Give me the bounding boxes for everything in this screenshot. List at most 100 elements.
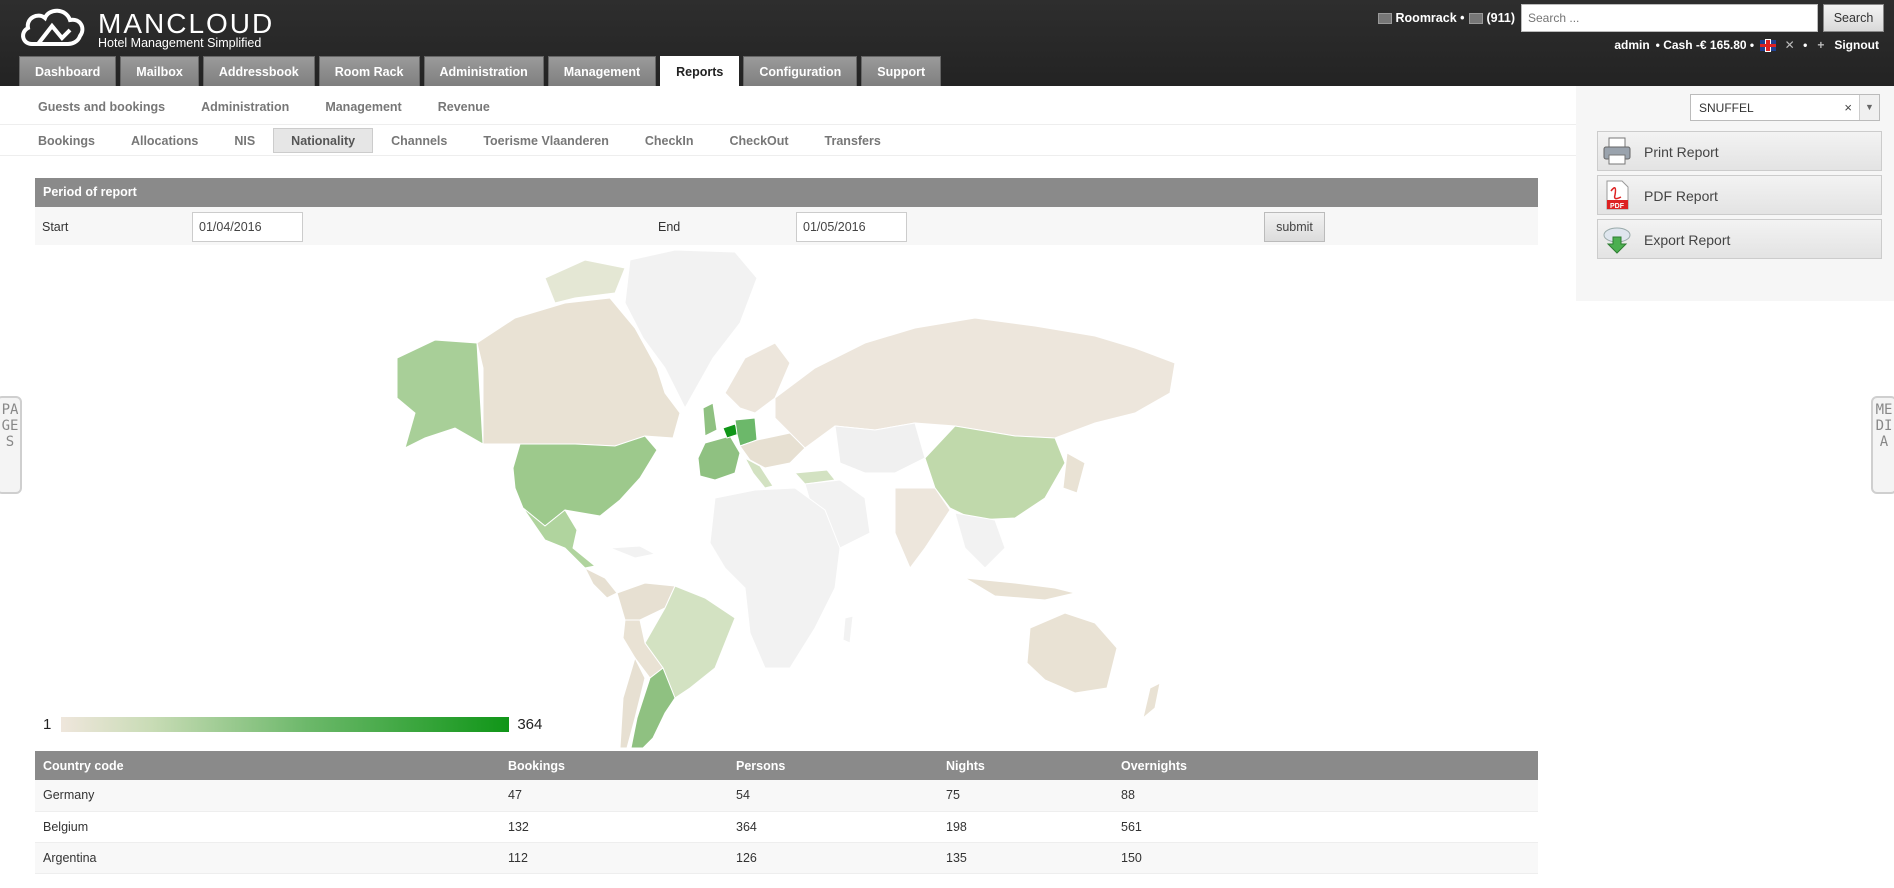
hotel-select[interactable]: SNUFFEL × ▼ — [1690, 94, 1880, 121]
map-uk[interactable] — [702, 402, 718, 437]
top-bar: MANCLOUD Hotel Management Simplified Roo… — [0, 0, 1894, 87]
sub-nav-revenue[interactable]: Revenue — [420, 96, 508, 118]
search-button[interactable]: Search — [1823, 4, 1884, 32]
header-tools: Roomrack • (911) Search — [1377, 4, 1884, 32]
report-tab-channels[interactable]: Channels — [373, 128, 465, 153]
nav-tab-configuration[interactable]: Configuration — [743, 56, 858, 86]
print-report-label: Print Report — [1644, 144, 1719, 160]
brand-tagline: Hotel Management Simplified — [98, 36, 262, 50]
pages-tab-label: PAGES — [1, 402, 19, 450]
export-report-button[interactable]: Export Report — [1597, 219, 1882, 259]
table-cell: 561 — [1113, 811, 1538, 843]
nav-tab-mailbox[interactable]: Mailbox — [120, 56, 199, 86]
period-form: Period of report Start End submit — [35, 178, 1538, 245]
roomrack-icon — [1377, 12, 1392, 24]
roomrack-link[interactable]: Roomrack • — [1396, 11, 1465, 25]
nav-tab-room-rack[interactable]: Room Rack — [318, 56, 420, 86]
start-label: Start — [42, 220, 69, 234]
column-header[interactable]: Bookings — [500, 751, 728, 780]
submit-button[interactable]: submit — [1264, 212, 1325, 242]
column-header[interactable]: Overnights — [1113, 751, 1538, 780]
map-madagascar[interactable] — [842, 615, 854, 644]
nav-tab-dashboard[interactable]: Dashboard — [19, 56, 117, 86]
print-report-button[interactable]: Print Report — [1597, 131, 1882, 171]
nav-tab-addressbook[interactable]: Addressbook — [202, 56, 315, 86]
messages-count[interactable]: (911) — [1487, 11, 1516, 25]
printer-icon — [1603, 137, 1631, 165]
nationality-world-map[interactable] — [395, 248, 1195, 748]
chevron-down-icon[interactable]: ▼ — [1859, 95, 1879, 120]
hotel-select-value: SNUFFEL — [1699, 101, 1754, 115]
nav-tab-administration[interactable]: Administration — [423, 56, 544, 86]
report-tab-toerisme-vlaanderen[interactable]: Toerisme Vlaanderen — [465, 128, 627, 153]
nav-tab-support[interactable]: Support — [861, 56, 942, 86]
username[interactable]: admin — [1614, 38, 1649, 52]
report-tab-bookings[interactable]: Bookings — [20, 128, 113, 153]
map-australia[interactable] — [1026, 612, 1118, 694]
add-user-icon[interactable]: + — [1813, 38, 1828, 52]
report-tab-nis[interactable]: NIS — [216, 128, 273, 153]
map-central-america[interactable] — [583, 566, 618, 599]
user-info: admin • Cash -€ 165.80 • ✕ • + Signout — [1614, 38, 1879, 52]
column-header[interactable]: Persons — [728, 751, 938, 780]
map-canada-arctic[interactable] — [544, 259, 626, 304]
svg-text:PDF: PDF — [1610, 203, 1625, 210]
table-row: Germany 47 54 75 88 — [35, 780, 1538, 812]
report-tab-checkin[interactable]: CheckIn — [627, 128, 712, 153]
tools-icon[interactable]: ✕ — [1782, 38, 1797, 52]
table-body: Germany 47 54 75 88 Belgium 132 364 198 561 Argent… — [35, 780, 1538, 874]
report-tab-nationality[interactable]: Nationality — [273, 128, 374, 153]
sub-nav-management[interactable]: Management — [307, 96, 419, 118]
report-tab-allocations[interactable]: Allocations — [113, 128, 216, 153]
table-cell: 54 — [728, 780, 938, 812]
table-header-row: Country code Bookings Persons Nights Overnig… — [35, 751, 1538, 780]
map-mexico[interactable] — [522, 507, 597, 569]
map-africa[interactable] — [709, 487, 841, 669]
sub-nav-guests-and-bookings[interactable]: Guests and bookings — [20, 96, 183, 118]
map-central-asia[interactable] — [834, 422, 926, 474]
report-tab-checkout[interactable]: CheckOut — [712, 128, 807, 153]
map-caribbean[interactable] — [609, 545, 657, 559]
clear-icon[interactable]: × — [1844, 100, 1852, 115]
nav-tab-management[interactable]: Management — [547, 56, 657, 86]
pdf-report-label: PDF Report — [1644, 188, 1718, 204]
pdf-icon: PDF — [1606, 180, 1629, 210]
map-japan-korea[interactable] — [1062, 452, 1086, 494]
nav-tab-reports[interactable]: Reports — [660, 56, 740, 87]
table-cell: 364 — [728, 811, 938, 843]
signout-link[interactable]: Signout — [1834, 38, 1879, 52]
start-date-input[interactable] — [192, 212, 303, 242]
map-france-spain[interactable] — [697, 435, 741, 481]
map-india[interactable] — [894, 487, 951, 569]
cloud-logo-icon — [21, 8, 85, 46]
divider — [0, 124, 1576, 125]
map-alaska[interactable] — [396, 339, 484, 449]
mancloud-logo[interactable]: MANCLOUD Hotel Management Simplified — [18, 4, 272, 50]
table-cell: 150 — [1113, 842, 1538, 874]
report-tab-transfers[interactable]: Transfers — [807, 128, 899, 153]
table-cell: 135 — [938, 842, 1113, 874]
period-header: Period of report — [35, 178, 1538, 207]
table-cell: 47 — [500, 780, 728, 812]
map-se-asia[interactable] — [954, 512, 1006, 569]
map-indonesia[interactable] — [964, 577, 1076, 601]
media-side-tab[interactable]: MEDIA — [1871, 396, 1894, 494]
pages-side-tab[interactable]: PAGES — [0, 396, 22, 494]
export-icon — [1603, 227, 1631, 254]
legend-max-value: 364 — [517, 716, 543, 733]
table-cell: 75 — [938, 780, 1113, 812]
column-header[interactable]: Nights — [938, 751, 1113, 780]
map-usa[interactable] — [512, 435, 658, 527]
period-row: Start End submit — [35, 207, 1538, 245]
uk-flag-icon[interactable] — [1760, 39, 1777, 51]
export-report-label: Export Report — [1644, 232, 1731, 248]
pdf-report-button[interactable]: PDF PDF Report — [1597, 175, 1882, 215]
column-header[interactable]: Country code — [35, 751, 500, 780]
table-cell: Germany — [35, 780, 500, 812]
sub-nav-administration[interactable]: Administration — [183, 96, 307, 118]
search-input[interactable] — [1521, 4, 1818, 32]
table-cell: Argentina — [35, 842, 500, 874]
end-date-input[interactable] — [796, 212, 907, 242]
map-new-zealand[interactable] — [1142, 682, 1161, 720]
media-tab-label: MEDIA — [1875, 402, 1893, 450]
